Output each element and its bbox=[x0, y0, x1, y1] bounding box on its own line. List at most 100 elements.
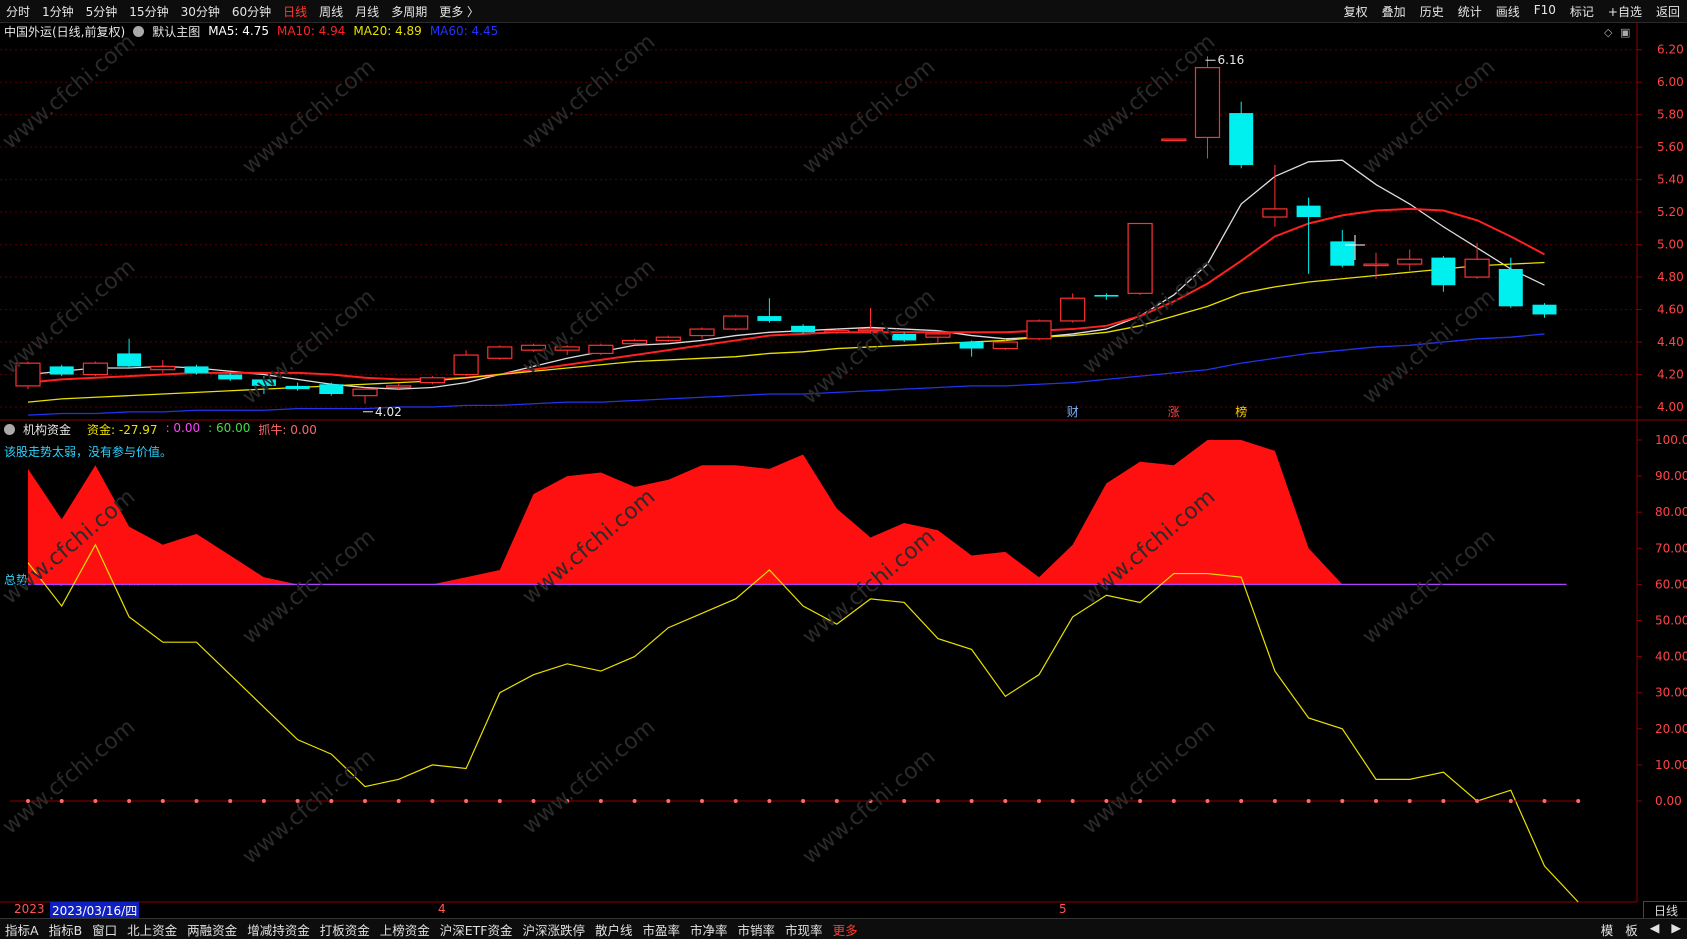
watermark: www.cfchi.com bbox=[238, 744, 380, 869]
zero-dot bbox=[194, 799, 199, 804]
candle-body bbox=[1026, 320, 1052, 340]
event-marker: 财 bbox=[1067, 405, 1079, 419]
candle-body bbox=[184, 366, 209, 373]
indicator-ytick-label: 40.00 bbox=[1655, 650, 1687, 664]
indicator-ytick-label: 30.00 bbox=[1655, 686, 1687, 700]
indicator-tab-12[interactable]: 市净率 bbox=[685, 920, 733, 939]
zero-dot bbox=[1508, 799, 1513, 804]
event-marker: 榜 bbox=[1235, 404, 1247, 419]
candle-body bbox=[82, 362, 109, 376]
watermark: www.cfchi.com bbox=[0, 29, 140, 154]
main-ytick-label: 4.80 bbox=[1657, 270, 1684, 284]
bottom-right-3[interactable]: ▶ bbox=[1665, 920, 1687, 939]
zero-dot bbox=[1003, 799, 1008, 804]
zero-dot bbox=[1306, 799, 1311, 804]
chart-canvas[interactable]: 6.20 6.00 5.80 5.60 5.40 5.20 5.00 4.80 4.60 4.40… bbox=[0, 0, 1687, 938]
indicator-tab-14[interactable]: 市现率 bbox=[780, 920, 828, 939]
candle-body bbox=[1397, 258, 1423, 265]
bottom-right-controls: 模板 ◀ ▶ bbox=[1595, 920, 1687, 939]
indicator-tabs-bar: 指标A 指标B 窗口 北上资金 两融资金 增减持资金 打板资金 上榜资金 沪深ETF资金 沪深涨跌… bbox=[0, 918, 1687, 939]
candle-body bbox=[791, 325, 816, 333]
candle-body bbox=[1229, 113, 1254, 166]
watermark: www.cfchi.com bbox=[518, 714, 660, 839]
candle-body bbox=[1532, 304, 1557, 315]
zero-dot bbox=[1037, 799, 1041, 804]
zero-dot bbox=[666, 799, 671, 804]
candle-body bbox=[1363, 263, 1389, 267]
main-ytick-label: 6.00 bbox=[1657, 75, 1684, 89]
indicator-tab-1[interactable]: 指标B bbox=[44, 920, 88, 939]
candle-body bbox=[453, 354, 479, 376]
zero-dot bbox=[228, 799, 233, 804]
bottom-right-0[interactable]: 模 bbox=[1595, 920, 1620, 939]
zero-dot bbox=[261, 799, 266, 804]
watermark: www.cfchi.com bbox=[518, 29, 660, 154]
indicator-tab-13[interactable]: 市销率 bbox=[733, 920, 781, 939]
bottom-right-1[interactable]: 板 bbox=[1619, 920, 1644, 939]
main-ytick-label: 4.00 bbox=[1657, 400, 1684, 414]
institutional-fund-area bbox=[28, 440, 1545, 585]
zero-dot bbox=[700, 799, 704, 804]
candle-body bbox=[588, 344, 614, 355]
main-ytick-label: 4.20 bbox=[1657, 368, 1684, 382]
indicator-tab-4[interactable]: 两融资金 bbox=[182, 920, 242, 939]
main-ytick-label: 5.00 bbox=[1657, 238, 1684, 252]
indicator-ytick-label: 80.00 bbox=[1655, 505, 1687, 519]
watermark: www.cfchi.com bbox=[0, 714, 140, 839]
zero-dot bbox=[1340, 799, 1345, 804]
main-ytick-label: 4.40 bbox=[1657, 335, 1684, 349]
main-ytick-label: 4.60 bbox=[1657, 303, 1684, 317]
main-ytick-label: 5.20 bbox=[1657, 205, 1684, 219]
candle-body bbox=[689, 328, 715, 337]
candle-body bbox=[824, 330, 850, 333]
zero-dot bbox=[1407, 799, 1412, 804]
zero-dot bbox=[127, 799, 132, 804]
candle-body bbox=[1498, 268, 1523, 307]
candle-body bbox=[352, 388, 378, 397]
ma-line-ma10 bbox=[27, 207, 1545, 384]
indicator-tab-6[interactable]: 打板资金 bbox=[315, 920, 375, 939]
zero-dot bbox=[1171, 799, 1176, 804]
indicator-tab-15[interactable]: 更多 bbox=[828, 920, 863, 939]
candle-body bbox=[992, 341, 1018, 350]
indicator-tab-10[interactable]: 散户线 bbox=[590, 920, 638, 939]
zero-dot bbox=[935, 799, 940, 804]
main-ytick-label: 5.80 bbox=[1657, 108, 1684, 122]
candle-body bbox=[1127, 222, 1153, 294]
zero-dot bbox=[363, 799, 367, 804]
candle-body bbox=[419, 377, 445, 384]
date-month-5: 5 bbox=[1059, 902, 1067, 916]
candle-body bbox=[1296, 205, 1321, 218]
indicator-ytick-label: 50.00 bbox=[1655, 614, 1687, 628]
indicator-tab-2[interactable]: 窗口 bbox=[87, 920, 122, 939]
indicator-tab-0[interactable]: 指标A bbox=[0, 920, 44, 939]
zero-dot bbox=[1272, 799, 1277, 804]
candle-body bbox=[723, 315, 749, 330]
candle-body bbox=[655, 336, 681, 342]
indicator-tab-3[interactable]: 北上资金 bbox=[122, 920, 182, 939]
bottom-right-2[interactable]: ◀ bbox=[1644, 920, 1666, 939]
indicator-tab-9[interactable]: 沪深涨跌停 bbox=[517, 920, 590, 939]
watermark: www.cfchi.com bbox=[798, 744, 940, 869]
zero-dot bbox=[834, 799, 839, 804]
zero-dot bbox=[93, 799, 98, 804]
candle-body bbox=[150, 365, 176, 371]
zero-dot bbox=[497, 799, 502, 804]
candle-body bbox=[925, 333, 951, 338]
candle-body bbox=[487, 346, 513, 359]
main-ytick-label: 5.60 bbox=[1657, 140, 1684, 154]
cursor-date: 2023/03/16/四 bbox=[50, 902, 140, 919]
candle-body bbox=[1464, 258, 1490, 278]
zero-dot bbox=[1205, 799, 1210, 804]
indicator-tab-11[interactable]: 市盈率 bbox=[638, 920, 686, 939]
indicator-tab-8[interactable]: 沪深ETF资金 bbox=[435, 920, 518, 939]
zero-dot bbox=[430, 799, 435, 804]
indicator-ytick-label: 70.00 bbox=[1655, 541, 1687, 555]
zero-dot bbox=[396, 799, 401, 804]
zero-dot bbox=[598, 799, 603, 804]
indicator-tab-7[interactable]: 上榜资金 bbox=[375, 920, 435, 939]
watermark: www.cfchi.com bbox=[1078, 714, 1220, 839]
zero-dot bbox=[1441, 799, 1446, 804]
indicator-tab-5[interactable]: 增减持资金 bbox=[242, 920, 315, 939]
zero-dot bbox=[632, 799, 637, 804]
